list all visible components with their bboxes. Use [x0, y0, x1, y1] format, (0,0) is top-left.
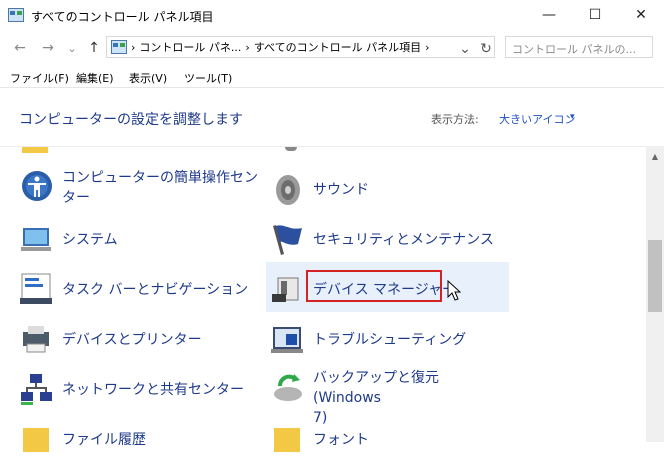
item-label: デバイスとプリンター: [62, 332, 202, 348]
maximize-icon: ☐: [588, 7, 602, 23]
scroll-thumb[interactable]: [648, 240, 662, 312]
window-title: すべてのコントロール パネル項目: [31, 10, 214, 24]
menu-bar: ファイル(F) 編集(E) 表示(V) ツール(T): [0, 64, 664, 88]
menu-edit[interactable]: 編集(E): [76, 70, 114, 86]
item-backup-restore[interactable]: バックアップと復元 (Windows 7): [270, 368, 510, 426]
forward-button[interactable]: →: [38, 38, 58, 58]
search-placeholder: コントロール パネルの...: [512, 43, 636, 56]
fonts-folder-icon: [274, 428, 300, 452]
item-label: サウンド: [313, 182, 369, 198]
breadcrumb-all-items[interactable]: すべてのコントロール パネル項目: [254, 39, 421, 55]
breadcrumb-separator: ›: [131, 40, 136, 54]
item-label: コンピューターの簡単操作セン ター: [62, 168, 258, 208]
up-arrow-icon: ↑: [88, 40, 100, 56]
partial-item-icon: [285, 147, 297, 151]
system-icon: [21, 228, 51, 251]
forward-arrow-icon: →: [42, 40, 54, 56]
scroll-up-button[interactable]: ▲: [646, 148, 664, 164]
breadcrumb-separator: ›: [245, 40, 250, 54]
network-icon: [21, 374, 52, 405]
backup-restore-icon: [274, 374, 302, 401]
maximize-button[interactable]: ☐: [572, 0, 618, 30]
menu-view[interactable]: 表示(V): [129, 70, 167, 86]
item-device-manager[interactable]: デバイス マネージャー: [270, 272, 510, 318]
back-arrow-icon: ←: [14, 40, 26, 56]
up-button[interactable]: ↑: [84, 38, 104, 58]
close-button[interactable]: ✕: [618, 0, 664, 30]
folder-icon: [22, 147, 48, 153]
item-label: ファイル履歴: [62, 432, 146, 448]
chevron-down-icon: ⌄: [459, 41, 471, 57]
refresh-icon: ↻: [480, 41, 492, 57]
item-troubleshooting[interactable]: トラブルシューティング: [270, 322, 510, 368]
item-label: システム: [62, 232, 118, 248]
taskbar-icon: [20, 273, 52, 304]
file-history-icon: [23, 428, 49, 452]
troubleshooting-icon: [271, 327, 303, 353]
breadcrumb-control-panel[interactable]: コントロール パネ...: [139, 39, 241, 55]
security-flag-icon: [273, 225, 302, 255]
scroll-up-icon: ▲: [651, 151, 659, 161]
device-manager-icon: [272, 277, 299, 302]
minimize-icon: —: [542, 7, 556, 23]
header-divider: [0, 146, 650, 147]
chevron-down-icon[interactable]: ▾: [570, 112, 575, 122]
item-label-line2: ター: [62, 190, 90, 206]
item-file-history[interactable]: ファイル履歴: [19, 422, 259, 468]
breadcrumb-separator: ›: [425, 40, 430, 54]
item-label: ネットワークと共有センター: [62, 382, 244, 398]
item-taskbar-navigation[interactable]: タスク バーとナビゲーション: [19, 272, 259, 318]
control-panel-icon: [111, 40, 127, 54]
recent-locations-button[interactable]: ⌄: [62, 38, 82, 58]
refresh-button[interactable]: ↻: [476, 39, 496, 59]
control-panel-icon: [8, 8, 24, 22]
chevron-down-icon: ⌄: [67, 41, 77, 55]
item-sound[interactable]: サウンド: [270, 172, 510, 218]
item-label-line1: コンピューターの簡単操作セン: [62, 170, 258, 186]
item-label: トラブルシューティング: [313, 332, 467, 348]
item-ease-of-access[interactable]: コンピューターの簡単操作セン ター: [19, 168, 259, 214]
speaker-icon: [276, 175, 300, 205]
item-label: デバイス マネージャー: [313, 282, 457, 298]
ease-of-access-icon: [22, 171, 52, 201]
item-label: フォント: [313, 432, 369, 448]
item-network-sharing[interactable]: ネットワークと共有センター: [19, 372, 259, 418]
address-bar[interactable]: › コントロール パネ... › すべてのコントロール パネル項目 ›: [106, 36, 495, 58]
item-label: セキュリティとメンテナンス: [313, 232, 494, 248]
back-button[interactable]: ←: [10, 38, 30, 58]
view-by-label: 表示方法:: [431, 113, 479, 126]
menu-tools[interactable]: ツール(T): [184, 70, 232, 86]
item-label: バックアップと復元 (Windows 7): [313, 368, 510, 428]
close-icon: ✕: [635, 7, 647, 23]
menu-file[interactable]: ファイル(F): [10, 70, 69, 86]
item-label-line1: バックアップと復元 (Windows: [313, 370, 439, 406]
printer-icon: [23, 326, 49, 353]
item-label: タスク バーとナビゲーション: [62, 282, 249, 298]
item-devices-printers[interactable]: デバイスとプリンター: [19, 322, 259, 368]
item-system[interactable]: システム: [19, 222, 259, 268]
address-dropdown-button[interactable]: ⌄: [455, 39, 475, 59]
search-input[interactable]: コントロール パネルの...: [505, 36, 653, 58]
item-security-maintenance[interactable]: セキュリティとメンテナンス: [270, 222, 510, 268]
title-bar: すべてのコントロール パネル項目 — ☐ ✕: [0, 0, 664, 32]
page-title: コンピューターの設定を調整します: [19, 112, 243, 128]
minimize-button[interactable]: —: [526, 0, 572, 30]
view-by-dropdown[interactable]: 大きいアイコン: [499, 111, 575, 127]
item-fonts[interactable]: フォント: [270, 422, 510, 468]
mouse-cursor-icon: [447, 280, 461, 301]
